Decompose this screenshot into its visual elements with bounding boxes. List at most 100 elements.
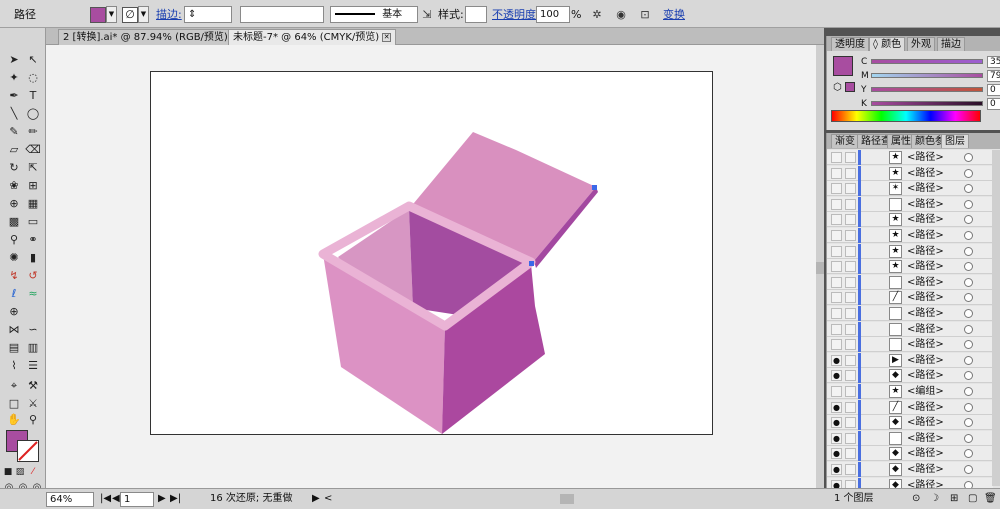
lock-toggle[interactable] <box>845 448 856 460</box>
layer-row[interactable]: ● ◆ <路径> <box>827 446 993 462</box>
layer-row[interactable]: ● ◆ <路径> <box>827 462 993 477</box>
envelope-tool-icon[interactable]: ⋈ <box>5 322 23 338</box>
layer-row[interactable]: <路径> <box>827 337 993 353</box>
first-page-icon[interactable]: |◀ <box>100 492 111 507</box>
lock-toggle[interactable] <box>845 401 856 413</box>
layer-row[interactable]: ✶ <路径> <box>827 181 993 197</box>
target-circle[interactable] <box>964 231 973 240</box>
shape-builder-tool-icon[interactable]: ⊕ <box>5 196 23 212</box>
warp-tool-icon[interactable]: ❀ <box>5 178 23 194</box>
vertical-scrollbar-thumb[interactable] <box>816 262 824 274</box>
target-circle[interactable] <box>964 199 973 209</box>
lock-toggle[interactable] <box>845 386 856 397</box>
layer-row[interactable]: <路径> <box>827 306 993 321</box>
perspective-grid-tool-icon[interactable]: ▦ <box>24 196 42 212</box>
lock-toggle[interactable] <box>845 339 856 351</box>
box-artwork[interactable] <box>151 72 714 436</box>
knife-tool-icon[interactable]: ⚔ <box>24 396 42 412</box>
brush-select[interactable]: 基本 <box>330 6 418 23</box>
cyan-slider[interactable] <box>871 59 983 64</box>
brush-options-icon[interactable]: ⇲ <box>418 6 436 23</box>
free-transform-tool-icon[interactable]: ⊞ <box>24 178 42 194</box>
gradient-tool-icon[interactable]: ▭ <box>24 214 42 230</box>
direct-selection-tool-icon[interactable]: ↖ <box>24 52 42 68</box>
last-page-icon[interactable]: ▶| <box>170 492 181 507</box>
layer-row[interactable]: ● ◆ <路径> <box>827 368 993 384</box>
horizontal-scrollbar-thumb[interactable] <box>560 494 574 504</box>
last-color-swatch[interactable] <box>845 82 855 92</box>
globe-icon[interactable]: ◉ <box>612 6 630 23</box>
fill-dropdown-arrow[interactable]: ▼ <box>106 6 117 23</box>
visibility-toggle[interactable]: ● <box>831 401 842 413</box>
next-page-icon[interactable]: ▶ <box>158 492 166 507</box>
page-select[interactable]: 1 <box>120 492 154 507</box>
make-clipping-mask-icon[interactable]: ☽ <box>930 492 939 506</box>
layer-row[interactable]: ★ <路径> <box>827 212 993 228</box>
layer-row[interactable]: ★ <路径> <box>827 259 993 275</box>
tab-transparency[interactable]: 透明度 <box>831 37 869 51</box>
eraser-tool-icon[interactable]: ⌫ <box>24 142 42 158</box>
yellow-value[interactable]: 0 <box>987 84 1000 96</box>
chart-tool-icon[interactable]: ▥ <box>24 340 42 356</box>
magic-wand-tool-icon[interactable]: ✦ <box>5 70 23 86</box>
style-select[interactable] <box>465 6 487 23</box>
target-circle[interactable] <box>964 277 973 287</box>
black-value[interactable]: 0 <box>987 98 1000 110</box>
lock-toggle[interactable] <box>845 308 856 319</box>
delete-layer-icon[interactable]: 🗑 <box>984 492 997 506</box>
magenta-value[interactable]: 79.69 <box>987 70 1000 82</box>
target-circle[interactable] <box>964 262 973 272</box>
visibility-toggle[interactable] <box>831 292 842 304</box>
visibility-toggle[interactable]: ● <box>831 464 842 475</box>
paintbrush-tool-icon[interactable]: ✎ <box>5 124 23 140</box>
twist-tool-icon[interactable]: ⌇ <box>5 358 23 374</box>
visibility-toggle[interactable]: ● <box>831 354 842 366</box>
layer-row[interactable]: ● ◆ <路径> <box>827 415 993 431</box>
stroke-dropdown-arrow[interactable]: ▼ <box>138 6 149 23</box>
symbol-sprayer-tool-icon[interactable]: ✺ <box>5 250 23 266</box>
lock-toggle[interactable] <box>845 230 856 241</box>
layer-row[interactable]: ★ <路径> <box>827 165 993 181</box>
variable-width-select[interactable] <box>240 6 324 23</box>
lock-toggle[interactable] <box>845 354 856 366</box>
target-circle[interactable] <box>964 371 973 381</box>
visibility-toggle[interactable] <box>831 152 842 163</box>
rotate-tool-icon[interactable]: ↻ <box>5 160 23 176</box>
opacity-input[interactable]: 100 <box>536 6 570 23</box>
layer-row[interactable]: <路径> <box>827 321 993 337</box>
target-circle[interactable] <box>964 309 973 318</box>
recolor-icon[interactable]: ✲ <box>588 6 606 23</box>
tab-appearance[interactable]: 外观 <box>907 37 935 51</box>
eyedropper-tool-icon[interactable]: ⚲ <box>5 232 23 248</box>
ellipse-tool-icon[interactable]: ◯ <box>24 106 42 122</box>
magenta-slider[interactable] <box>871 73 983 78</box>
target-circle[interactable] <box>964 293 973 303</box>
list-tool-icon[interactable]: ☰ <box>24 358 42 374</box>
target-circle[interactable] <box>964 465 973 474</box>
hand-tool-icon[interactable]: ✋ <box>5 412 23 428</box>
status-menu-icon[interactable]: ▶ <box>312 492 320 507</box>
tab-stroke[interactable]: 描边 <box>937 37 965 51</box>
fill-swatch[interactable] <box>90 7 106 23</box>
target-circle[interactable] <box>964 340 973 350</box>
visibility-toggle[interactable] <box>831 308 842 319</box>
target-circle[interactable] <box>964 402 973 412</box>
lock-toggle[interactable] <box>845 198 856 210</box>
scale-tool-icon[interactable]: ⇱ <box>24 160 42 176</box>
transform-link[interactable]: 变换 <box>663 6 685 23</box>
custom-tool-4-icon[interactable]: ≈ <box>24 286 42 302</box>
none-mode-icon[interactable]: ⁄ <box>28 464 38 480</box>
custom-tool-2-icon[interactable]: ↺ <box>24 268 42 284</box>
close-icon[interactable]: ✕ <box>382 32 392 42</box>
layer-row[interactable]: ★ <路径> <box>827 150 993 165</box>
visibility-toggle[interactable] <box>831 230 842 241</box>
visibility-toggle[interactable] <box>831 323 842 335</box>
stroke-swatch[interactable]: ∅ <box>122 7 138 23</box>
custom-tool-1-icon[interactable]: ↯ <box>5 268 23 284</box>
blob-brush-tool-icon[interactable]: ▱ <box>5 142 23 158</box>
mesh-tool-icon[interactable]: ▩ <box>5 214 23 230</box>
layer-row[interactable]: ● ╱ <路径> <box>827 399 993 415</box>
lock-toggle[interactable] <box>845 261 856 273</box>
layer-row[interactable]: ★ <路径> <box>827 228 993 243</box>
gradient-mode-icon[interactable]: ▨ <box>15 464 25 480</box>
